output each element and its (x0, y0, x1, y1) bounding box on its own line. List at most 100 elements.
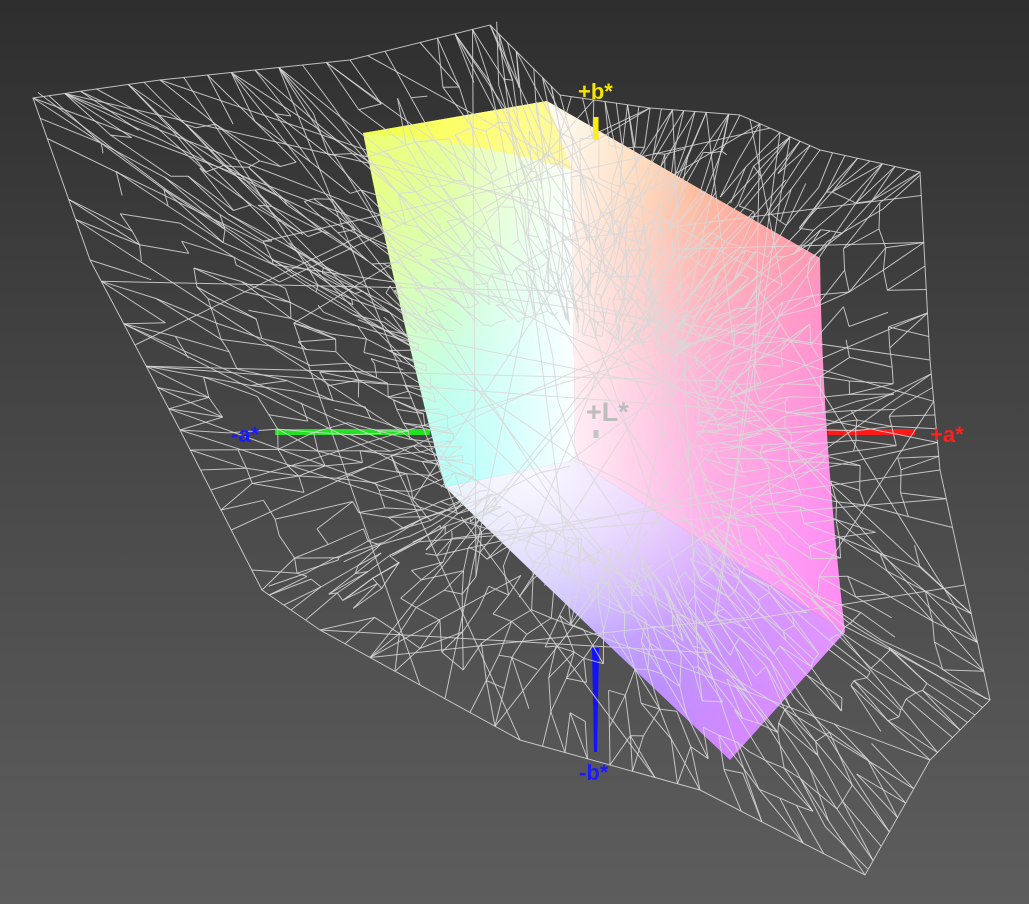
wireframe-edge (323, 318, 358, 327)
wireframe-edge (915, 692, 961, 731)
wireframe-edge (779, 188, 792, 222)
wireframe-edge (283, 586, 322, 606)
wireframe-edge (550, 590, 555, 619)
wireframe-edge (415, 589, 445, 608)
wireframe-edge (255, 318, 263, 339)
wireframe-edge (566, 302, 568, 318)
wireframe-edge (75, 219, 140, 246)
wireframe-edge (882, 247, 887, 271)
wireframe-edge (548, 645, 557, 678)
wireframe-edge (859, 465, 861, 491)
wireframe-edge (882, 270, 888, 291)
wireframe-edge (780, 221, 787, 226)
wireframe-edge (924, 590, 978, 643)
wireframe-edge (400, 579, 422, 599)
wireframe-edge (838, 537, 842, 559)
wireframe-edge (608, 582, 610, 608)
wireframe-edge (634, 106, 640, 148)
wireframe-edge (608, 689, 626, 696)
wireframe-edge (328, 528, 364, 545)
minus-b-axis-label: -b* (579, 760, 609, 785)
wireframe-edge (443, 570, 464, 591)
wireframe-edge (335, 351, 349, 364)
wireframe-edge (897, 455, 939, 459)
wireframe-edge (583, 658, 587, 683)
wireframe-edge (392, 541, 419, 557)
wireframe-edge (298, 338, 336, 343)
minus-b-axis-line (592, 648, 599, 752)
wireframe-edge (412, 445, 422, 453)
wireframe-edge (442, 538, 453, 563)
wireframe-edge (313, 432, 319, 452)
wireframe-edge (231, 166, 273, 207)
wireframe-edge (788, 396, 821, 398)
wireframe-edge (290, 302, 325, 320)
wireframe-edge (745, 132, 781, 168)
wireframe-edge (511, 609, 532, 622)
wireframe-edge (545, 527, 547, 530)
wireframe-edge (388, 396, 413, 399)
wireframe-edge (262, 500, 276, 520)
wireframe-edge (842, 784, 853, 802)
wireframe-edge (207, 74, 234, 125)
wireframe-edge (245, 468, 253, 484)
wireframe-edge (294, 543, 329, 559)
wireframe-edge (492, 594, 509, 615)
wireframe-edge (394, 648, 421, 672)
wireframe-edge (350, 189, 362, 194)
wireframe-edge (785, 183, 807, 226)
wireframe-edge (848, 311, 889, 327)
wireframe-edge (430, 474, 440, 481)
wireframe-edge (942, 669, 984, 672)
wireframe-edge (659, 708, 672, 740)
wireframe-edge (900, 455, 939, 471)
wireframe-edge (888, 326, 929, 337)
wireframe-edge (207, 298, 257, 320)
wireframe-edge (721, 150, 727, 156)
wireframe-edge (853, 445, 897, 452)
wireframe-edge (480, 643, 487, 681)
wireframe-edge (421, 509, 428, 518)
wireframe-edge (310, 362, 348, 366)
wireframe-edge (332, 400, 366, 408)
wireframe-edge (376, 583, 383, 589)
wireframe-edge (372, 577, 378, 584)
wireframe-edge (841, 632, 881, 661)
wireframe-edge (809, 767, 838, 810)
wireframe-edge (878, 228, 887, 248)
wireframe-edge (310, 578, 322, 588)
wireframe-edge (398, 607, 417, 634)
wireframe-edge (274, 509, 317, 520)
wireframe-edge (252, 475, 299, 484)
wireframe-edge (866, 671, 871, 678)
wireframe-edge (831, 191, 850, 201)
wireframe-edge (233, 204, 252, 211)
wireframe-edge (905, 692, 917, 700)
wireframe-edge (315, 291, 354, 315)
wireframe-edge (548, 677, 552, 712)
wireframe-edge (302, 64, 335, 109)
wireframe-edge (411, 491, 414, 500)
wireframe-edge (809, 767, 829, 821)
wireframe-edge (849, 623, 889, 648)
wireframe-edge (643, 107, 651, 148)
wireframe-edge (485, 654, 500, 681)
wireframe-edge (531, 579, 534, 610)
wireframe-edge (421, 461, 432, 476)
wireframe-edge (344, 617, 376, 645)
wireframe-edge (564, 712, 571, 753)
wireframe-edge (670, 738, 678, 784)
wireframe-edge (850, 680, 855, 686)
wireframe-edge (887, 716, 900, 722)
wireframe-edge (290, 586, 322, 611)
wireframe-edge (779, 797, 797, 806)
wireframe-edge (251, 569, 298, 574)
wireframe-edge (120, 213, 181, 224)
wireframe-edge (419, 42, 460, 88)
wireframe-edge (366, 338, 390, 351)
wireframe-edge (830, 480, 860, 491)
wireframe-edge (369, 633, 400, 658)
wireframe-edge (278, 535, 296, 559)
wireframe-edge (319, 371, 359, 381)
wireframe-edge (252, 482, 305, 493)
